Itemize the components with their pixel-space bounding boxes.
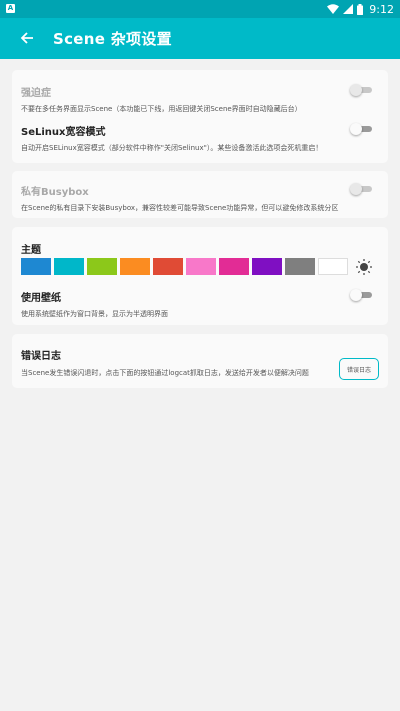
error-log-button[interactable]: 错误日志 [339,358,379,380]
theme-color-swatch[interactable] [186,258,216,275]
setting-label: 私有Busybox [21,187,89,198]
theme-mode-button[interactable] [351,258,377,275]
settings-card-busybox: 私有Busybox 在Scene的私有目录下安装Busybox，兼容性较差可能导… [12,171,388,218]
setting-busybox: 私有Busybox 在Scene的私有目录下安装Busybox，兼容性较差可能导… [21,183,379,213]
signal-icon [343,4,354,14]
wallpaper-switch[interactable] [350,289,374,301]
setting-error-log: 错误日志 当Scene发生错误闪退时，点击下面的按钮通过logcat抓取日志，发… [21,347,309,378]
setting-label: 强迫症 [21,88,51,99]
setting-label: 使用壁纸 [21,293,61,304]
theme-color-swatch[interactable] [21,258,51,275]
settings-card-general: 强迫症 不要在多任务界面显示Scene（本功能已下线，用返回键关闭Scene界面… [12,70,388,163]
setting-theme: 主题 [21,241,379,256]
status-bar: A 9:12 [0,0,400,18]
app-notification-icon: A [6,4,15,13]
back-button[interactable] [16,27,38,49]
theme-color-swatch[interactable] [219,258,249,275]
status-icons: 9:12 [327,1,394,17]
app-toolbar: Scene 杂项设置 [0,18,400,59]
wifi-icon [327,4,340,14]
theme-color-swatch[interactable] [153,258,183,275]
setting-description: 当Scene发生错误闪退时，点击下面的按钮通过logcat抓取日志，发送给开发者… [21,369,309,377]
battery-icon [357,3,364,15]
setting-description: 自动开启SELinux宽容模式（部分软件中称作"关闭Selinux"）。某些设备… [21,144,323,152]
busybox-switch[interactable] [350,183,374,195]
theme-color-swatch[interactable] [285,258,315,275]
theme-color-swatches [21,258,348,275]
setting-ocd: 强迫症 不要在多任务界面显示Scene（本功能已下线，用返回键关闭Scene界面… [21,84,379,114]
setting-label: 错误日志 [21,351,61,362]
selinux-switch[interactable] [350,123,374,135]
setting-description: 使用系统壁纸作为窗口背景，显示为半透明界面 [21,310,168,318]
theme-color-swatch[interactable] [318,258,348,275]
setting-label: SeLinux宽容模式 [21,127,106,138]
arrow-left-icon [20,32,33,44]
theme-color-swatch[interactable] [252,258,282,275]
sun-icon [356,258,372,275]
setting-description: 在Scene的私有目录下安装Busybox，兼容性较差可能导致Scene功能异常… [21,204,339,212]
setting-label: 主题 [21,245,41,256]
page-title: Scene 杂项设置 [53,30,172,48]
clock: 9:12 [369,2,394,16]
ocd-switch[interactable] [350,84,374,96]
setting-selinux: SeLinux宽容模式 自动开启SELinux宽容模式（部分软件中称作"关闭Se… [21,123,379,153]
theme-color-swatch[interactable] [120,258,150,275]
setting-wallpaper: 使用壁纸 使用系统壁纸作为窗口背景，显示为半透明界面 [21,289,168,319]
theme-color-swatch[interactable] [87,258,117,275]
theme-color-swatch[interactable] [54,258,84,275]
setting-description: 不要在多任务界面显示Scene（本功能已下线，用返回键关闭Scene界面时自动隐… [21,105,302,113]
